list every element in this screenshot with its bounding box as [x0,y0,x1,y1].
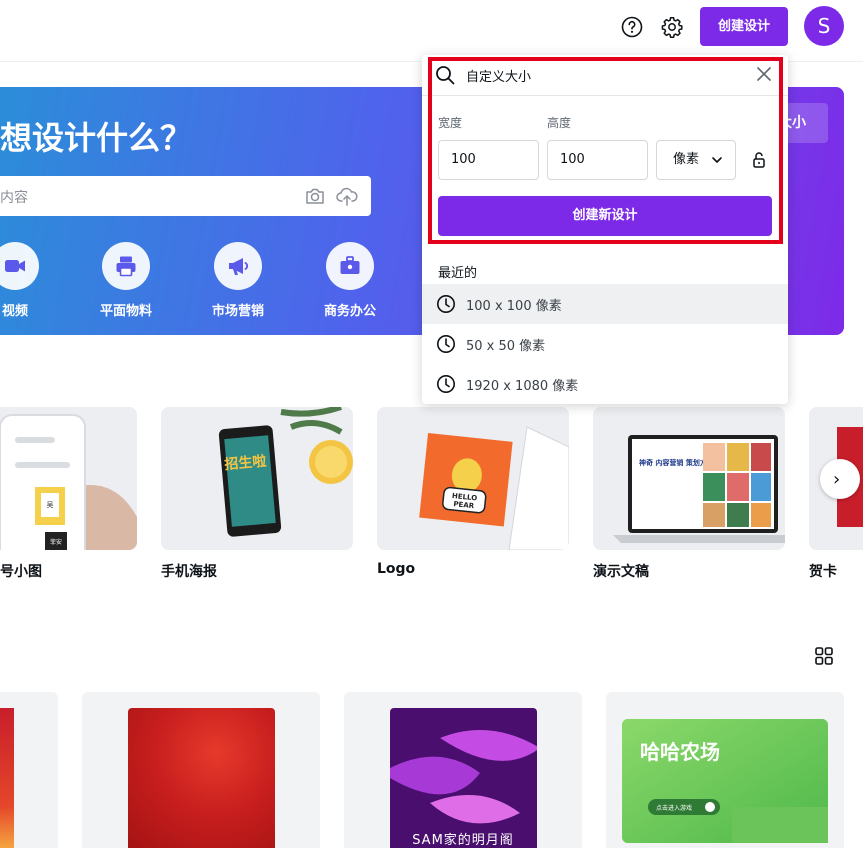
thumb-text: SAM家的明月阁 [412,832,514,848]
hero-title: 想设计什么？ [0,119,193,157]
template-label: 手机海报 [161,564,217,580]
template-label: 号小图 [0,564,42,580]
template-label: 演示文稿 [593,564,649,580]
template-card-small-image[interactable]: 吴 菲安 [0,407,137,550]
category-video[interactable]: 视频 [0,242,55,319]
template-card-mobile-poster[interactable]: 招生啦 [161,407,353,550]
carousel-next-button[interactable]: › [820,459,860,499]
camera-icon[interactable] [304,185,326,207]
design-card[interactable]: 哈哈农场 点击进入游戏 [606,692,844,848]
category-video-circle [0,242,39,290]
thumb-button: 点击进入游戏 [656,804,692,812]
category-print[interactable]: 平面物料 [86,242,166,319]
recent-item-label: 50 x 50 像素 [466,339,546,354]
template-card-logo[interactable]: HELLO PEAR [377,407,569,550]
category-label: 视频 [1,304,28,319]
thumb-title: 哈哈农场 [640,740,720,764]
printer-icon [116,256,136,277]
thumb-text: 菲安 [50,538,62,546]
logo-thumbnail: HELLO PEAR [377,407,569,550]
category-label: 商务办公 [323,304,376,319]
category-marketing[interactable]: 市场营销 [198,242,278,319]
presentation-thumbnail: 神奇 内容营销 策划方案 [593,407,785,550]
template-label: Logo [377,561,416,577]
grid-view-icon[interactable] [815,647,833,665]
design-thumbnail [128,708,275,848]
upload-cloud-icon[interactable] [336,185,358,207]
phone-thumbnail: 吴 菲安 [0,407,137,550]
top-header: 创建设计 S [0,0,863,62]
thumb-text: 吴 [47,501,54,509]
category-business[interactable]: 商务办公 [310,242,390,319]
hero-search-placeholder: 内容 [0,190,28,206]
app-root: 创建设计 S 想设计什么？ 内容 视频 平面物料 市场营销 商务办公 大小 吴 … [0,0,863,848]
category-business-circle [326,242,374,290]
template-card-presentation[interactable]: 神奇 内容营销 策划方案 [593,407,785,550]
design-card[interactable] [82,692,320,848]
recent-item[interactable]: 1920 x 1080 像素 [422,364,788,404]
design-thumbnail [0,708,14,848]
briefcase-icon [340,256,360,274]
megaphone-icon [229,258,249,275]
design-thumbnail: 哈哈农场 点击进入游戏 [622,719,828,843]
create-design-button[interactable]: 创建设计 [700,7,788,46]
clock-icon [437,295,455,313]
template-label: 贺卡 [809,564,837,580]
video-icon [5,260,25,272]
design-card[interactable] [0,692,58,848]
hero-search-input[interactable]: 内容 [0,176,371,216]
recent-item-label: 1920 x 1080 像素 [466,379,579,394]
gear-icon[interactable] [660,15,684,39]
chevron-right-icon: › [833,469,841,490]
design-card[interactable]: SAM家的明月阁 [344,692,582,848]
recent-label: 最近的 [438,266,478,281]
help-icon[interactable] [620,15,644,39]
category-label: 平面物料 [99,304,152,319]
clock-icon [437,375,455,393]
category-label: 市场营销 [211,304,264,319]
clock-icon [437,335,455,353]
avatar[interactable]: S [804,6,844,46]
highlight-frame [428,57,783,244]
design-thumbnail: SAM家的明月阁 [390,708,537,848]
recent-item-label: 100 x 100 像素 [466,299,562,314]
recent-item[interactable]: 100 x 100 像素 [422,284,788,324]
category-marketing-circle [214,242,262,290]
category-print-circle [102,242,150,290]
recent-item[interactable]: 50 x 50 像素 [422,324,788,364]
mobile-poster-thumbnail: 招生啦 [161,407,353,550]
